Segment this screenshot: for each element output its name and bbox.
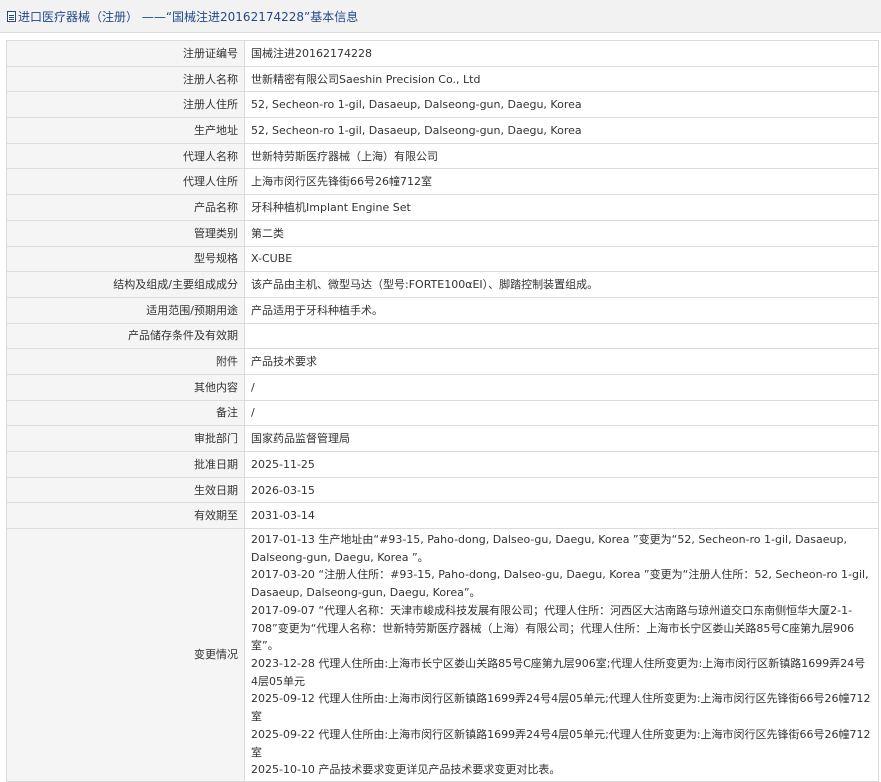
registrant-address-value: 52, Secheon-ro 1-gil, Dasaeup, Dalseong-… (244, 91, 879, 119)
effective-date-label: 生效日期 (6, 476, 245, 504)
change-history-label: 变更情况 (6, 528, 245, 782)
info-row-approval-department: 审批部门 国家药品监督管理局 (6, 425, 879, 452)
change-entry: 2017-03-20 “注册人住所：#93-15, Paho-dong, Dal… (251, 568, 869, 600)
info-row-effective-date: 生效日期 2026-03-15 (6, 476, 879, 504)
intended-use-value: 产品适用于牙科种植手术。 (244, 296, 879, 324)
other-content-label: 其他内容 (6, 373, 245, 401)
approval-date-value: 2025-11-25 (244, 451, 879, 478)
change-history-value: 2017-01-13 生产地址由“#93-15, Paho-dong, Dals… (244, 528, 879, 782)
storage-conditions-value (244, 322, 879, 350)
agent-name-value: 世新特劳斯医疗器械（上海）有限公司 (244, 142, 879, 170)
intended-use-label: 适用范围/预期用途 (6, 296, 245, 324)
change-entry: 2025-09-12 代理人住所由:上海市闵行区新镇路1699弄24号4层05单… (251, 692, 871, 724)
info-row-remarks: 备注 / (6, 399, 879, 427)
other-content-value: / (244, 373, 879, 401)
registrant-address-label: 注册人住所 (6, 91, 245, 119)
registrant-name-value: 世新精密有限公司Saeshin Precision Co., Ltd (244, 65, 879, 93)
change-entry: 2025-10-10 产品技术要求变更详见产品技术要求变更对比表。 (251, 763, 561, 777)
info-row-registration-number: 注册证编号 国械注进20162174228 (6, 40, 879, 67)
info-row-change-history: 变更情况 2017-01-13 生产地址由“#93-15, Paho-dong, … (6, 528, 879, 782)
info-row-registrant-name: 注册人名称 世新精密有限公司Saeshin Precision Co., Ltd (6, 65, 879, 93)
attachment-value: 产品技术要求 (244, 348, 879, 375)
info-row-structure-composition: 结构及组成/主要组成成分 该产品由主机、微型马达（型号:FORTE100αEI）、… (6, 271, 879, 298)
model-spec-label: 型号规格 (6, 245, 245, 273)
info-row-expiry-date: 有效期至 2031-03-14 (6, 502, 879, 530)
change-entry: 2017-09-07 “代理人名称：天津市峻成科技发展有限公司；代理人住所：河西… (251, 603, 855, 653)
attachment-label: 附件 (6, 348, 245, 375)
change-entry: 2025-09-22 代理人住所由:上海市闵行区新镇路1699弄24号4层05单… (251, 727, 871, 759)
info-row-registrant-address: 注册人住所 52, Secheon-ro 1-gil, Dasaeup, Dals… (6, 91, 879, 119)
agent-address-label: 代理人住所 (6, 168, 245, 196)
production-address-label: 生产地址 (6, 117, 245, 144)
info-row-model-spec: 型号规格 X-CUBE (6, 245, 879, 273)
effective-date-value: 2026-03-15 (244, 476, 879, 504)
approval-department-label: 审批部门 (6, 425, 245, 452)
info-row-product-name: 产品名称 牙科种植机Implant Engine Set (6, 194, 879, 221)
document-icon (7, 10, 16, 22)
product-name-value: 牙科种植机Implant Engine Set (244, 194, 879, 221)
agent-name-label: 代理人名称 (6, 142, 245, 170)
info-table: 注册证编号 国械注进20162174228 注册人名称 世新精密有限公司Saeshin… (6, 40, 879, 782)
change-entry: 2017-01-13 生产地址由“#93-15, Paho-dong, Dals… (251, 533, 847, 564)
info-row-agent-name: 代理人名称 世新特劳斯医疗器械（上海）有限公司 (6, 142, 879, 170)
structure-composition-value: 该产品由主机、微型马达（型号:FORTE100αEI）、脚踏控制装置组成。 (244, 271, 879, 298)
management-category-value: 第二类 (244, 219, 879, 247)
expiry-date-label: 有效期至 (6, 502, 245, 530)
page-header: 进口医疗器械（注册） ——“国械注进20162174228”基本信息 (0, 0, 881, 33)
info-row-management-category: 管理类别 第二类 (6, 219, 879, 247)
registration-number-label: 注册证编号 (6, 40, 245, 67)
expiry-date-value: 2031-03-14 (244, 502, 879, 530)
info-row-agent-address: 代理人住所 上海市闵行区先锋街66号26幢712室 (6, 168, 879, 196)
info-row-attachment: 附件 产品技术要求 (6, 348, 879, 375)
change-entry: 2023-12-28 代理人住所由:上海市长宁区娄山关路85号C座第九层906室… (251, 656, 866, 688)
page-title: 进口医疗器械（注册） ——“国械注进20162174228”基本信息 (18, 9, 359, 24)
structure-composition-label: 结构及组成/主要组成成分 (6, 271, 245, 298)
product-name-label: 产品名称 (6, 194, 245, 221)
remarks-label: 备注 (6, 399, 245, 427)
management-category-label: 管理类别 (6, 219, 245, 247)
registration-number-value: 国械注进20162174228 (244, 40, 879, 67)
model-spec-value: X-CUBE (244, 245, 879, 273)
agent-address-value: 上海市闵行区先锋街66号26幢712室 (244, 168, 879, 196)
info-row-production-address: 生产地址 52, Secheon-ro 1-gil, Dasaeup, Dalse… (6, 117, 879, 144)
remarks-value: / (244, 399, 879, 427)
production-address-value: 52, Secheon-ro 1-gil, Dasaeup, Dalseong-… (244, 117, 879, 144)
approval-department-value: 国家药品监督管理局 (244, 425, 879, 452)
info-row-intended-use: 适用范围/预期用途 产品适用于牙科种植手术。 (6, 296, 879, 324)
storage-conditions-label: 产品储存条件及有效期 (6, 322, 245, 350)
info-row-storage-conditions: 产品储存条件及有效期 (6, 322, 879, 350)
info-row-approval-date: 批准日期 2025-11-25 (6, 451, 879, 478)
approval-date-label: 批准日期 (6, 451, 245, 478)
info-row-other-content: 其他内容 / (6, 373, 879, 401)
registrant-name-label: 注册人名称 (6, 65, 245, 93)
